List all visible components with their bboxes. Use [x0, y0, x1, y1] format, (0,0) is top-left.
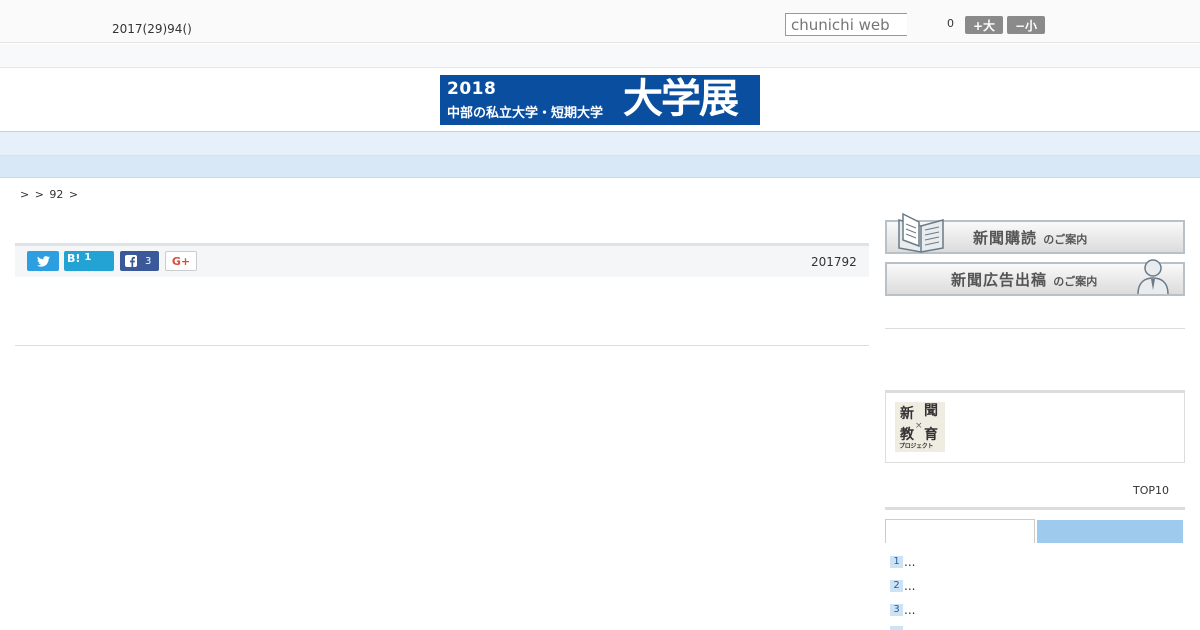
google-plus-icon: G+ — [171, 254, 191, 268]
ranking-item[interactable]: 3 ... — [890, 603, 915, 617]
facebook-share-button[interactable]: 3 — [120, 251, 159, 271]
font-size-down-button[interactable]: −小 — [1007, 16, 1045, 34]
ranking-tab-2[interactable] — [1037, 520, 1183, 543]
hatena-icon: B! — [67, 252, 81, 265]
open-book-icon — [898, 212, 944, 253]
sub-nav — [0, 156, 1200, 178]
ranking-heading: TOP10 — [1133, 484, 1170, 497]
hatena-count: 1 — [84, 252, 92, 263]
ranking-divider — [885, 507, 1185, 510]
twitter-share-button[interactable] — [27, 251, 59, 271]
nav-item[interactable] — [738, 136, 766, 155]
newspaper-advertising-banner[interactable]: 新聞広告出稿 のご案内 — [885, 259, 1185, 296]
newspaper-subscription-banner[interactable]: 新聞購読 のご案内 — [885, 212, 1185, 254]
current-date: 2017(29)94() — [112, 22, 192, 36]
font-size-up-button[interactable]: +大 — [965, 16, 1003, 34]
content-divider — [15, 345, 869, 346]
facebook-icon — [125, 255, 137, 267]
nav-item[interactable] — [258, 136, 286, 155]
twitter-icon — [36, 255, 50, 267]
university-fair-banner[interactable]: 2018 中部の私立大学・短期大学 大学展 — [440, 75, 760, 125]
publish-date: 201792 — [811, 255, 857, 269]
ranking-tab-1[interactable] — [885, 519, 1035, 543]
nav-item[interactable] — [418, 136, 446, 155]
rank-number: 3 — [890, 604, 903, 616]
businessman-icon — [1137, 259, 1169, 294]
header-subbar — [0, 44, 1200, 68]
font-size-value: 0 — [947, 17, 954, 30]
search-input[interactable] — [785, 13, 907, 36]
nav-item[interactable] — [578, 136, 606, 155]
banner-subtitle: 中部の私立大学・短期大学 — [447, 106, 604, 121]
nav-item[interactable] — [498, 136, 526, 155]
nav-item[interactable] — [818, 136, 846, 155]
subscription-title: 新聞購読 のご案内 — [973, 229, 1088, 247]
share-bar: B! 1 3 G+ 201792 — [15, 243, 869, 277]
nav-item[interactable] — [338, 136, 366, 155]
nav-item[interactable] — [178, 136, 206, 155]
rank-number — [890, 626, 903, 630]
rank-number: 1 — [890, 556, 903, 568]
facebook-count: 3 — [145, 255, 152, 267]
newspaper-education-box: 新 聞 × 教 育 プロジェクト — [885, 390, 1185, 463]
google-plus-button[interactable]: G+ — [165, 251, 197, 271]
advertising-title: 新聞広告出稿 のご案内 — [951, 271, 1098, 289]
breadcrumb[interactable]: > > 92 > — [20, 188, 78, 201]
ranking-item[interactable] — [890, 626, 904, 630]
banner-title: 大学展 — [623, 76, 739, 122]
ranking-item[interactable]: 2 ... — [890, 579, 915, 593]
top-bar: 2017(29)94() 0 +大 −小 — [0, 0, 1200, 43]
banner-year: 2018 — [447, 79, 497, 99]
sidebar-divider — [885, 328, 1185, 329]
ranking-item[interactable]: 1 ... — [890, 555, 915, 569]
rank-number: 2 — [890, 580, 903, 592]
rank-text: ... — [904, 603, 916, 617]
rank-text: ... — [904, 555, 916, 569]
main-nav — [0, 131, 1200, 156]
newspaper-education-logo[interactable]: 新 聞 × 教 育 プロジェクト — [895, 402, 945, 452]
hatena-bookmark-button[interactable]: B! 1 — [64, 251, 114, 271]
rank-text: ... — [904, 579, 916, 593]
nav-item[interactable] — [658, 136, 686, 155]
